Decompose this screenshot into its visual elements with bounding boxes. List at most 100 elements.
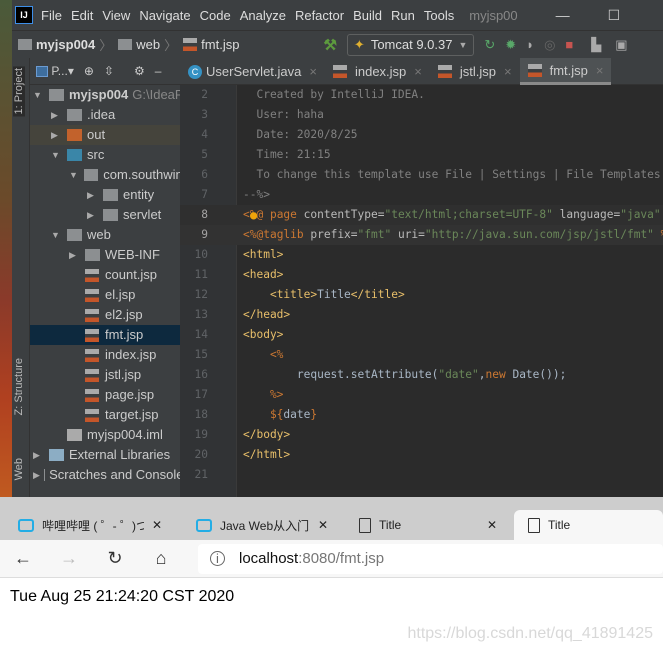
tree-item[interactable]: el.jsp xyxy=(30,285,180,305)
tree-item[interactable]: page.jsp xyxy=(30,385,180,405)
code-token: ${ xyxy=(243,408,284,421)
tree-item[interactable]: ▶ External Libraries xyxy=(30,445,180,465)
chevron-right-icon[interactable]: ▶ xyxy=(87,185,99,205)
tool-tab-web[interactable]: Web xyxy=(13,458,25,480)
menu-navigate[interactable]: Navigate xyxy=(139,8,190,23)
tree-item[interactable]: ▶ out xyxy=(30,125,180,145)
tab-userservlet-java[interactable]: C UserServlet.java × xyxy=(180,58,325,85)
locate-icon[interactable]: ⊕ xyxy=(84,64,94,78)
menu-tools[interactable]: Tools xyxy=(424,8,454,23)
chevron-down-icon[interactable]: ▼ xyxy=(33,85,45,105)
tree-item[interactable]: ▶ entity xyxy=(30,185,180,205)
tree-item[interactable]: ▶ .idea xyxy=(30,105,180,125)
close-icon[interactable]: × xyxy=(309,64,317,79)
close-icon[interactable]: ✕ xyxy=(318,518,328,532)
tab-jstl-jsp[interactable]: jstl.jsp × xyxy=(430,58,520,85)
chevron-down-icon: ▼ xyxy=(458,39,468,50)
breadcrumb-file[interactable]: fmt.jsp xyxy=(183,37,239,52)
project-structure-icon[interactable]: ▙ xyxy=(591,37,601,53)
menu-build[interactable]: Build xyxy=(353,8,382,23)
url-path: :8080/fmt.jsp xyxy=(298,550,385,567)
code-editor[interactable]: 2 Created by IntelliJ IDEA. 3 User: haha 4… xyxy=(180,85,663,497)
tree-item[interactable]: myjsp004.iml xyxy=(30,425,180,445)
project-view-select[interactable]: P...▾ xyxy=(36,64,74,78)
tool-tab-structure[interactable]: Z: Structure xyxy=(13,358,25,415)
menu-code[interactable]: Code xyxy=(200,8,231,23)
tree-item[interactable]: el2.jsp xyxy=(30,305,180,325)
tree-item[interactable]: count.jsp xyxy=(30,265,180,285)
tab-fmt-jsp[interactable]: fmt.jsp × xyxy=(519,58,612,85)
menu-view[interactable]: View xyxy=(102,8,130,23)
rerun-icon[interactable]: ↻ xyxy=(484,37,495,53)
chevron-right-icon[interactable]: ▶ xyxy=(33,445,45,465)
menu-refactor[interactable]: Refactor xyxy=(295,8,344,23)
jsp-file-icon xyxy=(183,38,198,51)
chevron-right-icon[interactable]: ▶ xyxy=(69,245,81,265)
tree-item[interactable]: ▶ WEB-INF xyxy=(30,245,180,265)
tree-item[interactable]: ▶ servlet xyxy=(30,205,180,225)
coverage-icon[interactable]: ◗ xyxy=(526,37,534,52)
code-token: contentType= xyxy=(303,208,385,221)
url-input[interactable]: i localhost:8080/fmt.jsp xyxy=(198,543,663,574)
code-text: To change this template use File | Setti… xyxy=(243,165,663,185)
tree-item[interactable]: ▼ src xyxy=(30,145,180,165)
breadcrumb-web[interactable]: web 〉 xyxy=(118,35,177,54)
tree-item[interactable]: fmt.jsp xyxy=(30,325,180,345)
menu-file[interactable]: File xyxy=(41,8,62,23)
menu-edit[interactable]: Edit xyxy=(71,8,93,23)
intention-bulb-icon[interactable]: ● xyxy=(250,205,257,225)
forward-icon[interactable]: → xyxy=(46,548,92,569)
tree-item[interactable]: index.jsp xyxy=(30,345,180,365)
tree-item[interactable]: ▶ Scratches and Consoles xyxy=(30,465,180,485)
browser-tab-bar: 哔哩哔哩 ( ゜- ゜)つロ ✕ Java Web从入门到 ✕ Title ✕ Title xyxy=(0,497,663,540)
close-icon[interactable]: × xyxy=(504,64,512,79)
tab-index-jsp[interactable]: index.jsp × xyxy=(325,58,430,85)
code-line: 10 <html> xyxy=(180,245,663,265)
code-line: 20 </html> xyxy=(180,445,663,465)
debug-icon[interactable]: ✹ xyxy=(505,37,516,53)
close-icon[interactable]: × xyxy=(414,64,422,79)
hide-icon[interactable]: – xyxy=(155,64,162,78)
browser-tab[interactable]: Title xyxy=(514,510,663,540)
gear-icon[interactable]: ⚙ xyxy=(134,64,145,78)
maximize-button[interactable]: ☐ xyxy=(608,7,621,24)
chevron-down-icon[interactable]: ▼ xyxy=(69,165,80,185)
close-icon[interactable]: ✕ xyxy=(487,518,497,532)
chevron-right-icon[interactable]: ▶ xyxy=(51,105,63,125)
chevron-right-icon[interactable]: ▶ xyxy=(87,205,99,225)
chevron-down-icon[interactable]: ▼ xyxy=(51,145,63,165)
profile-icon[interactable]: ◎ xyxy=(544,37,555,53)
tool-tab-project[interactable]: 1: Project xyxy=(13,66,25,117)
tree-item[interactable]: jstl.jsp xyxy=(30,365,180,385)
menu-run[interactable]: Run xyxy=(391,8,415,23)
browser-tab[interactable]: Title ✕ xyxy=(345,510,511,540)
refresh-icon[interactable]: ↻ xyxy=(92,548,138,569)
chevron-right-icon[interactable]: ▶ xyxy=(33,465,40,485)
tree-item[interactable]: ▼ myjsp004 G:\IdeaP xyxy=(30,85,180,105)
code-token: Created by IntelliJ IDEA. xyxy=(243,88,425,101)
tab-label: fmt.jsp xyxy=(549,62,588,78)
browser-tab[interactable]: 哔哩哔哩 ( ゜- ゜)つロ ✕ xyxy=(4,510,176,540)
breadcrumb-project[interactable]: myjsp004 〉 xyxy=(18,35,112,54)
run-anything-icon[interactable]: ▣ xyxy=(615,37,627,53)
tree-item[interactable]: ▼ com.southwind xyxy=(30,165,180,185)
home-icon[interactable]: ⌂ xyxy=(138,548,184,569)
stop-icon[interactable]: ■ xyxy=(565,37,573,52)
tree-item[interactable]: target.jsp xyxy=(30,405,180,425)
chevron-right-icon[interactable]: ▶ xyxy=(51,125,63,145)
close-icon[interactable]: × xyxy=(596,63,604,78)
tomcat-icon: ✦ xyxy=(353,36,365,52)
build-hammer-icon[interactable]: ⚒ xyxy=(323,36,336,54)
menu-analyze[interactable]: Analyze xyxy=(240,8,286,23)
close-icon[interactable]: ✕ xyxy=(152,518,162,532)
chevron-down-icon[interactable]: ▼ xyxy=(51,225,63,245)
browser-tab[interactable]: Java Web从入门到 ✕ xyxy=(182,510,342,540)
bilibili-icon xyxy=(196,518,212,532)
tree-item[interactable]: ▼ web xyxy=(30,225,180,245)
run-configuration-select[interactable]: ✦ Tomcat 9.0.37 ▼ xyxy=(346,33,475,56)
info-icon[interactable]: i xyxy=(210,551,225,566)
minimize-button[interactable]: — xyxy=(556,7,570,23)
back-icon[interactable]: ← xyxy=(0,548,46,569)
line-number: 19 xyxy=(194,428,208,441)
collapse-all-icon[interactable]: ⇳ xyxy=(104,64,114,78)
